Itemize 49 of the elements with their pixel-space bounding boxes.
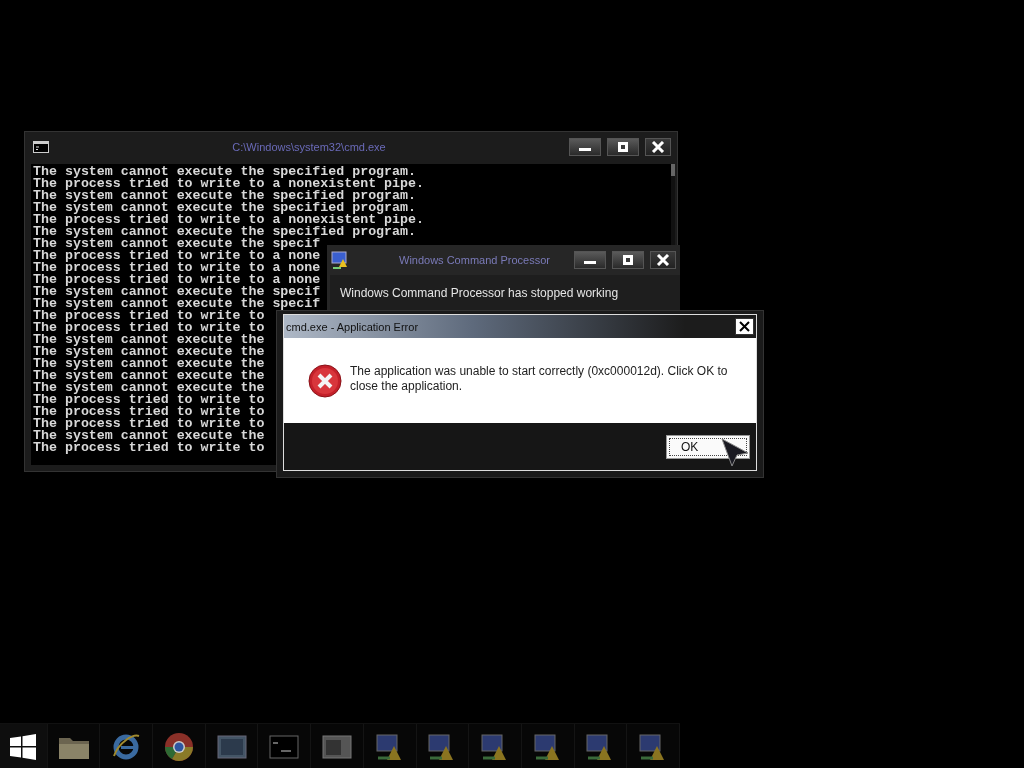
chrome-icon[interactable] [163,731,194,762]
cursor-icon [720,437,750,467]
window-icon[interactable] [322,734,352,759]
console-line: The process tried to write to [33,394,265,406]
console-line: The process tried to write to a none [33,262,321,274]
console-line: The process tried to write to [33,418,265,430]
maximize-icon [621,255,635,265]
close-button[interactable] [650,251,676,269]
maximize-button[interactable] [612,251,644,269]
console-line: The system cannot execute the specif [33,298,321,310]
console-line: The system cannot execute the [33,370,265,382]
close-icon [656,254,670,266]
windows-logo-icon[interactable] [10,733,37,760]
console-line: The process tried to write to [33,322,265,334]
minimize-button[interactable] [569,138,601,156]
console-line: The process tried to write to a nonexistent pipe. [33,178,424,190]
window-title: Windows Command Processor [398,254,551,266]
window-title: C:\Windows\system32\cmd.exe [231,141,387,153]
picture-window-icon[interactable] [216,734,247,759]
close-button[interactable] [735,318,754,335]
console-line: The system cannot execute the [33,430,265,442]
minimize-button[interactable] [574,251,606,269]
console-line: The process tried to write to a none [33,274,321,286]
console-icon[interactable] [269,734,300,759]
console-line: The system cannot execute the [33,382,265,394]
console-line: The system cannot execute the [33,334,265,346]
console-line: The process tried to write to a none [33,250,321,262]
console-line: The system cannot execute the specif [33,286,321,298]
console-line: The system cannot execute the specified program. [33,166,416,178]
console-line: The system cannot execute the specif [33,238,321,250]
console-line: The process tried to write to [33,310,265,322]
console-line: The system cannot execute the [33,346,265,358]
console-line: The system cannot execute the specified program. [33,190,416,202]
dialog-title: cmd.exe - Application Error [286,320,420,333]
close-icon [651,141,665,153]
console-line: The process tried to write to a nonexistent pipe. [33,214,424,226]
console-line: The system cannot execute the specified program. [33,202,416,214]
console-line: The system cannot execute the specified program. [33,226,416,238]
error-icon [308,364,342,398]
close-button[interactable] [645,138,671,156]
console-icon [33,141,49,153]
console-line: The system cannot execute the [33,358,265,370]
maximize-button[interactable] [607,138,639,156]
console-line: The process tried to write to [33,406,265,418]
error-message: Windows Command Processor has stopped working [340,286,619,300]
monitor-warning-icon [331,251,349,269]
maximize-icon [616,142,630,152]
console-line: The process tried to write to [33,442,265,454]
error-message: The application was unable to start correctly (0xc000012d). Click OK to close the application. [350,364,729,394]
